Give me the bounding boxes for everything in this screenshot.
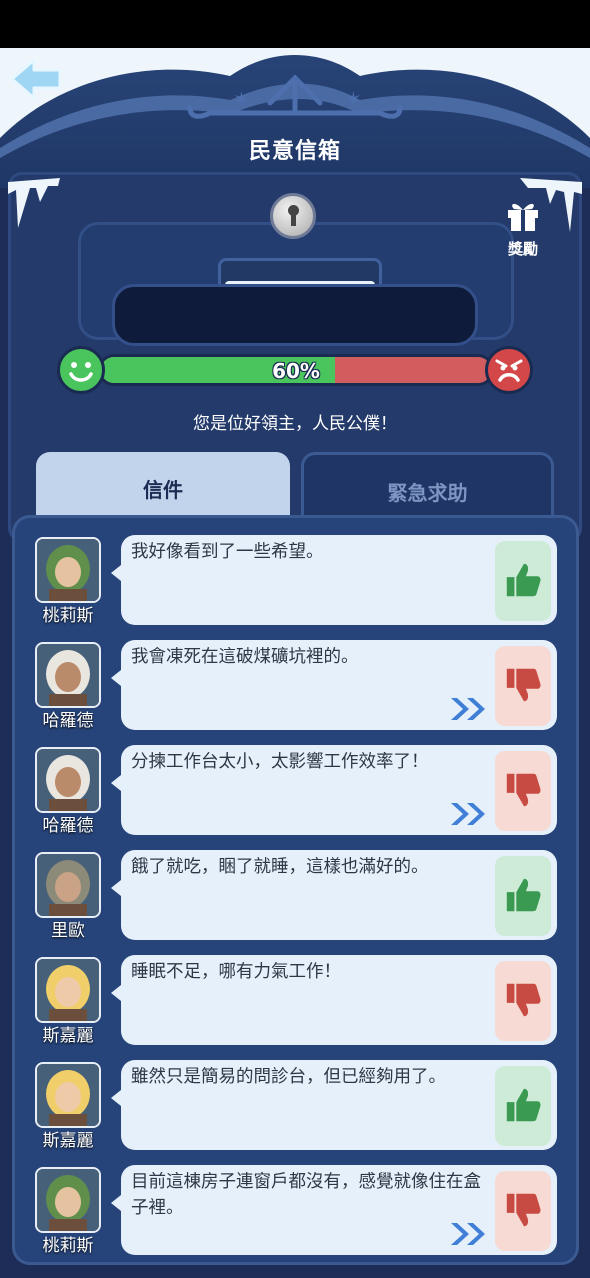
- page-title: 民意信箱: [248, 139, 341, 164]
- letter-row[interactable]: 斯嘉麗 睡眠不足，哪有力氣工作！: [35, 955, 560, 1047]
- back-arrow-icon[interactable]: [8, 56, 64, 102]
- letter-text: 雖然只是簡易的問診台，但已經夠用了。: [131, 1067, 446, 1087]
- thumbs-down-icon: [506, 668, 541, 702]
- letter-row[interactable]: 里歐 餓了就吃，睏了就睡，這樣也滿好的。: [35, 850, 560, 942]
- thumbs-down-icon: [506, 1193, 541, 1227]
- happy-face-icon: [57, 346, 105, 394]
- letter-row[interactable]: 哈羅德 我會凍死在這破煤礦坑裡的。: [35, 640, 560, 732]
- vote-button[interactable]: [495, 1171, 551, 1251]
- avatar: [35, 957, 101, 1023]
- citizen-name: 哈羅德: [42, 711, 94, 731]
- double-chevron-right-icon[interactable]: [449, 696, 487, 722]
- letter-bubble: 目前這棟房子連窗戶都沒有，感覺就像住在盒子裡。: [111, 1165, 557, 1255]
- citizen-name: 里歐: [51, 921, 85, 941]
- letter-text: 我好像看到了一些希望。: [131, 542, 324, 562]
- citizen-name: 斯嘉麗: [42, 1131, 94, 1151]
- thumbs-up-icon: [506, 1088, 541, 1122]
- gift-icon: [508, 203, 538, 231]
- reward-button[interactable]: 獎勵: [500, 198, 546, 264]
- letter-bubble: 雖然只是簡易的問診台，但已經夠用了。: [111, 1060, 557, 1150]
- letter-row[interactable]: 桃莉斯 目前這棟房子連窗戶都沒有，感覺就像住在盒子裡。: [35, 1165, 560, 1257]
- avatar: [35, 1167, 101, 1233]
- vote-button[interactable]: [495, 1066, 551, 1146]
- letter-row[interactable]: 桃莉斯 我好像看到了一些希望。: [35, 535, 560, 627]
- letter-bubble: 睡眠不足，哪有力氣工作！: [111, 955, 557, 1045]
- double-chevron-right-icon[interactable]: [449, 1221, 487, 1247]
- letter-row[interactable]: 斯嘉麗 雖然只是簡易的問診台，但已經夠用了。: [35, 1060, 560, 1152]
- keyhole-lock-icon: [270, 193, 316, 239]
- svg-text:✶: ✶: [233, 87, 250, 111]
- tab-emergency-help[interactable]: 緊急求助: [301, 452, 554, 518]
- vote-button[interactable]: [495, 961, 551, 1041]
- thumbs-down-icon: [506, 983, 541, 1017]
- avatar: [35, 537, 101, 603]
- citizen-name: 哈羅德: [42, 816, 94, 836]
- letter-text: 睡眠不足，哪有力氣工作！: [131, 962, 341, 982]
- thumbs-up-icon: [506, 878, 541, 912]
- citizen-name: 斯嘉麗: [42, 1026, 94, 1046]
- snow-roof-decoration: ✶ ✶: [0, 48, 590, 158]
- letter-text: 我會凍死在這破煤礦坑裡的。: [131, 647, 359, 667]
- tab-letters[interactable]: 信件: [36, 452, 290, 518]
- vote-button[interactable]: [495, 856, 551, 936]
- mail-slot: [112, 284, 478, 346]
- thumbs-down-icon: [506, 773, 541, 807]
- citizen-name: 桃莉斯: [42, 606, 94, 626]
- letter-bubble: 分揀工作台太小，太影響工作效率了！: [111, 745, 557, 835]
- double-chevron-right-icon[interactable]: [449, 801, 487, 827]
- angry-face-icon: [485, 346, 533, 394]
- citizen-name: 桃莉斯: [42, 1236, 94, 1256]
- svg-text:✶: ✶: [345, 87, 362, 111]
- avatar: [35, 642, 101, 708]
- header-banner: ✶ ✶: [0, 48, 590, 188]
- vote-button[interactable]: [495, 541, 551, 621]
- avatar: [35, 747, 101, 813]
- approval-status-text: 您是位好領主，人民公僕！: [193, 414, 397, 434]
- approval-meter: 60%: [98, 354, 494, 386]
- letter-text: 餓了就吃，睏了就睡，這樣也滿好的。: [131, 857, 429, 877]
- vote-button[interactable]: [495, 646, 551, 726]
- letter-bubble: 我會凍死在這破煤礦坑裡的。: [111, 640, 557, 730]
- letter-bubble: 餓了就吃，睏了就睡，這樣也滿好的。: [111, 850, 557, 940]
- avatar: [35, 852, 101, 918]
- status-bar: [0, 0, 590, 48]
- letter-text: 目前這棟房子連窗戶都沒有，感覺就像住在盒子裡。: [131, 1172, 481, 1218]
- thumbs-up-icon: [506, 563, 541, 597]
- letter-row[interactable]: 哈羅德 分揀工作台太小，太影響工作效率了！: [35, 745, 560, 837]
- reward-label: 獎勵: [507, 240, 538, 258]
- letter-text: 分揀工作台太小，太影響工作效率了！: [131, 752, 429, 772]
- avatar: [35, 1062, 101, 1128]
- vote-button[interactable]: [495, 751, 551, 831]
- approval-percent: 60%: [272, 359, 320, 383]
- letter-bubble: 我好像看到了一些希望。: [111, 535, 557, 625]
